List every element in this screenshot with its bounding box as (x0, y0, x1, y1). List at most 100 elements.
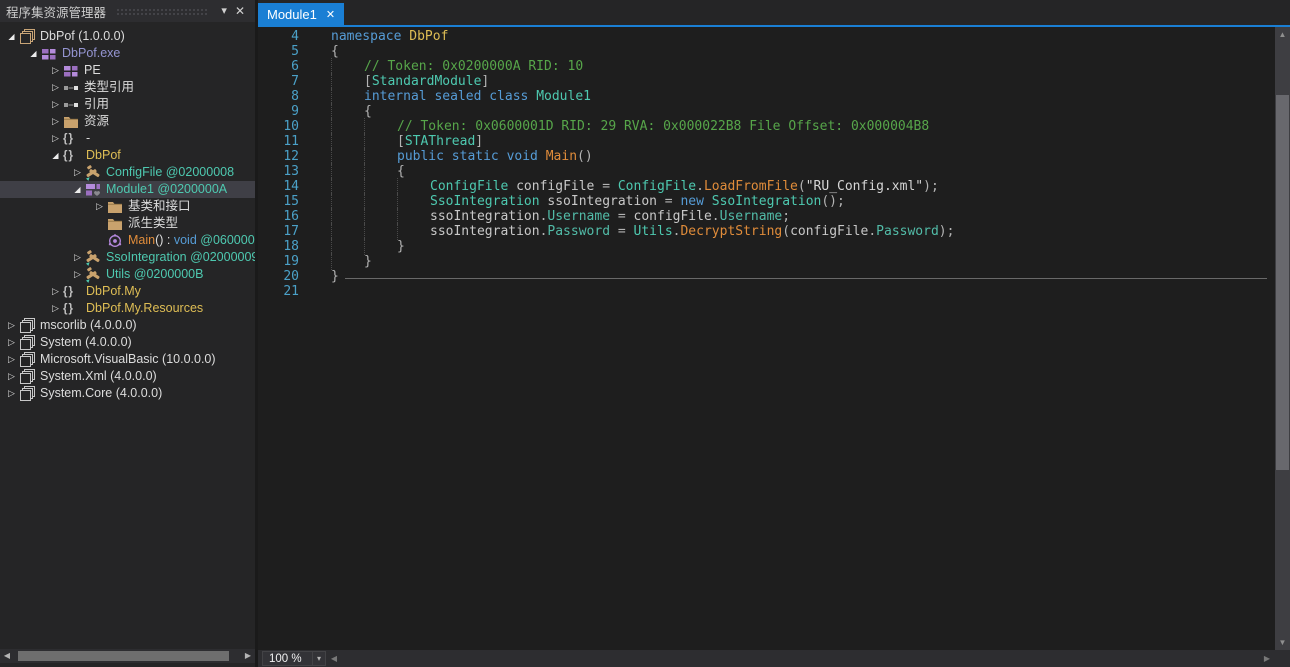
tree-item-label: System.Xml (4.0.0.0) (40, 369, 157, 383)
tree-item-mscorlib[interactable]: ▷ mscorlib (4.0.0.0) (0, 317, 255, 334)
tree-item-label: mscorlib (4.0.0.0) (40, 318, 137, 332)
editor-horizontal-scrollbar[interactable] (342, 652, 1259, 665)
tree-item-dbpof-exe[interactable]: ◢ DbPof.exe (0, 45, 255, 62)
tree-item-label: Microsoft.VisualBasic (10.0.0.0) (40, 352, 216, 366)
tab-close-icon[interactable]: ✕ (326, 8, 335, 21)
tab-label: Module1 (267, 6, 317, 22)
code-content: ConfigFile configFile = ConfigFile.LoadF… (313, 178, 1275, 195)
close-icon[interactable]: ✕ (231, 1, 249, 21)
scroll-right-icon[interactable]: ▶ (241, 649, 255, 663)
expander-icon[interactable]: ▷ (48, 96, 63, 113)
chevron-down-icon[interactable]: ▾ (312, 652, 325, 665)
tree-item-label: System.Core (4.0.0.0) (40, 386, 163, 400)
zoom-select[interactable]: 100 % ▾ (262, 651, 326, 666)
tree-item-dbpof-assembly[interactable]: ◢ DbPof (1.0.0.0) (0, 28, 255, 45)
tree-item-references[interactable]: ▷ 引用 (0, 96, 255, 113)
code-content: ssoIntegration.Password = Utils.DecryptS… (313, 223, 1275, 240)
expander-icon[interactable]: ◢ (4, 28, 19, 45)
code-line: 9{ (258, 103, 1275, 120)
expander-icon[interactable]: ▷ (4, 317, 19, 334)
scroll-up-icon[interactable]: ▲ (1275, 27, 1290, 42)
expander-icon[interactable]: ▷ (48, 62, 63, 79)
code-line: 21 (258, 284, 1275, 299)
folder-icon (63, 114, 80, 130)
expander-icon[interactable]: ▷ (4, 334, 19, 351)
class-icon (85, 164, 102, 181)
editor-vertical-scrollbar[interactable]: ▲ ▼ (1275, 27, 1290, 650)
class-icon (85, 249, 102, 266)
expander-icon[interactable]: ▷ (48, 130, 63, 147)
tree-item-ssointegration[interactable]: ▷ SsoIntegration @02000009 (0, 249, 255, 266)
expander-icon[interactable]: ▷ (70, 164, 85, 181)
scroll-right-icon[interactable]: ▶ (1259, 654, 1275, 663)
expander-icon[interactable]: ▷ (48, 300, 63, 317)
line-number: 19 (283, 254, 299, 269)
expander-icon[interactable]: ▷ (4, 385, 19, 402)
panel-drag-grip[interactable] (116, 8, 210, 16)
method-icon (107, 233, 124, 249)
module-icon (41, 46, 58, 62)
tree-item-system[interactable]: ▷ System (4.0.0.0) (0, 334, 255, 351)
tree-item-namespace-dbpof[interactable]: ◢{} DbPof (0, 147, 255, 164)
expander-icon[interactable]: ▷ (48, 113, 63, 130)
expander-icon[interactable]: ▷ (92, 198, 107, 215)
expander-icon[interactable]: ▷ (4, 351, 19, 368)
tree-item-main-method[interactable]: Main() : void @0600001D (0, 232, 255, 249)
tree-item-label: - (86, 131, 91, 145)
tree-item-utils[interactable]: ▷ Utils @0200000B (0, 266, 255, 283)
code-content: namespace DbPof (313, 29, 1275, 44)
code-line: 19} (258, 253, 1275, 270)
code-text: } (397, 239, 405, 254)
tree-item-type-references[interactable]: ▷ 类型引用 (0, 79, 255, 96)
line-number: 12 (283, 149, 299, 164)
expander-icon[interactable]: ▷ (48, 79, 63, 96)
assembly-tree[interactable]: ◢ DbPof (1.0.0.0) ◢ DbPof.exe ▷ PE ▷ 类型引用 ▷ 引用 ▷ 资源… (0, 22, 255, 645)
tree-item-configfile[interactable]: ▷ ConfigFile @02000008 (0, 164, 255, 181)
code-text: namespace DbPof (331, 29, 449, 44)
tree-item-system-xml[interactable]: ▷ System.Xml (4.0.0.0) (0, 368, 255, 385)
code-text: } (364, 254, 372, 269)
expander-icon[interactable]: ▷ (4, 368, 19, 385)
code-content: { (313, 44, 1275, 59)
code-content: { (313, 103, 1275, 120)
tree-item-base-types[interactable]: ▷ 基类和接口 (0, 198, 255, 215)
line-number: 21 (283, 284, 299, 299)
decompiled-code-view[interactable]: 4 namespace DbPof 5{6// Token: 0x0200000A … (258, 27, 1275, 650)
expander-icon[interactable]: ▷ (48, 283, 63, 300)
tree-item-namespace-dbpof-my-resources[interactable]: ▷{} DbPof.My.Resources (0, 300, 255, 317)
tree-item-namespace-empty[interactable]: ▷{} - (0, 130, 255, 147)
code-content: public static void Main() (313, 148, 1275, 165)
tab-module1[interactable]: Module1 ✕ (258, 3, 345, 25)
code-text: ssoIntegration.Password = Utils.DecryptS… (430, 224, 955, 239)
scrollbar-thumb[interactable] (1276, 95, 1289, 470)
scroll-left-icon[interactable]: ◀ (326, 654, 342, 663)
assembly-explorer-header: 程序集资源管理器 ▾ ✕ (0, 0, 255, 22)
expander-icon[interactable]: ▷ (70, 266, 85, 283)
tree-item-derived-types[interactable]: 派生类型 (0, 215, 255, 232)
line-number: 16 (283, 209, 299, 224)
scrollbar-thumb[interactable] (18, 651, 229, 661)
tree-item-resources[interactable]: ▷ 资源 (0, 113, 255, 130)
scroll-left-icon[interactable]: ◀ (0, 649, 14, 663)
tree-item-label: 资源 (84, 114, 110, 128)
expander-icon[interactable]: ◢ (48, 147, 63, 164)
tree-item-module1[interactable]: ◢ Module1 @0200000A (0, 181, 255, 198)
chevron-down-icon[interactable]: ▾ (217, 1, 231, 21)
expander-icon[interactable]: ▷ (70, 249, 85, 266)
tree-item-system-core[interactable]: ▷ System.Core (4.0.0.0) (0, 385, 255, 402)
expander-icon[interactable]: ◢ (70, 181, 85, 198)
line-number: 5 (291, 44, 299, 59)
scroll-down-icon[interactable]: ▼ (1275, 635, 1290, 650)
tree-item-namespace-dbpof-my[interactable]: ▷{} DbPof.My (0, 283, 255, 300)
scrollbar-track[interactable] (14, 649, 241, 663)
tree-item-pe[interactable]: ▷ PE (0, 62, 255, 79)
tree-item-microsoft-visualbasic[interactable]: ▷ Microsoft.VisualBasic (10.0.0.0) (0, 351, 255, 368)
expander-icon[interactable]: ◢ (26, 45, 41, 62)
tree-horizontal-scrollbar[interactable]: ◀ ▶ (0, 649, 255, 663)
tree-item-label: SsoIntegration @02000009 (106, 250, 255, 264)
code-text: ssoIntegration.Username = configFile.Use… (430, 209, 791, 224)
code-line: 8 internal sealed class Module1 (258, 88, 1275, 105)
line-number: 11 (283, 134, 299, 149)
tree-item-label: 引用 (84, 97, 110, 111)
tree-item-label: PE (84, 63, 101, 77)
